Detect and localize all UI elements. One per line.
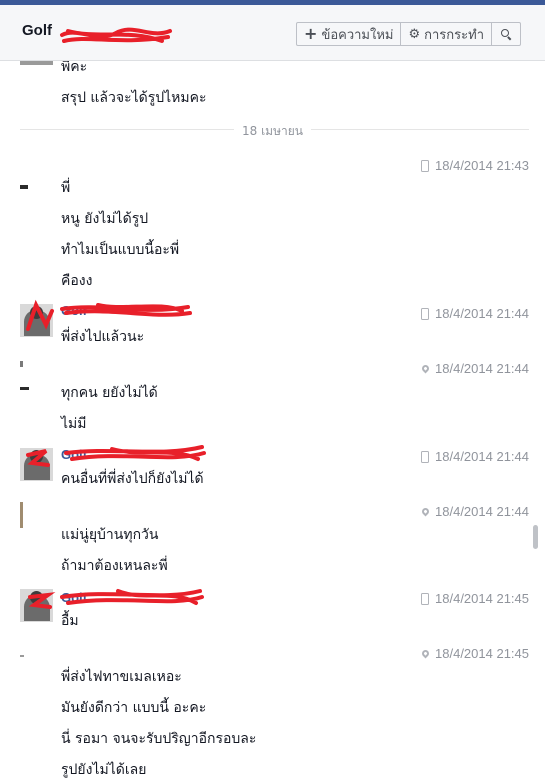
thread-scrollbar[interactable] — [533, 525, 538, 549]
message-text: สรุป แล้วจะได้รูปไหมคะ — [61, 90, 207, 106]
message-meta: 18/4/2014 21:44 — [421, 449, 529, 464]
timestamp[interactable]: 18/4/2014 21:44 — [435, 361, 529, 376]
sender-name[interactable]: Golf — [61, 303, 87, 318]
avatar[interactable] — [20, 304, 53, 337]
date-separator: 18 เมษายน — [0, 122, 545, 141]
avatar — [20, 655, 24, 657]
avatar — [20, 61, 53, 86]
message-text: พี่ส่งไฟทาขเมลเหอะ — [61, 669, 182, 685]
search-icon — [501, 29, 511, 39]
new-message-label: ข้อความใหม่ — [321, 27, 394, 43]
conversation-header: Golf + ข้อความใหม่ ⚙ การกระทำ — [0, 5, 545, 61]
timestamp[interactable]: 18/4/2014 21:43 — [435, 158, 529, 173]
avatar-fragment — [20, 387, 29, 390]
message-text: พี่ส่งไปแล้วนะ — [61, 329, 145, 345]
message-thread: พี่คะ สรุป แล้วจะได้รูปไหมคะ 18 เมษายน 1… — [0, 61, 545, 783]
header-actions: + ข้อความใหม่ ⚙ การกระทำ — [296, 22, 521, 46]
avatar — [20, 502, 23, 528]
message-meta: 18/4/2014 21:44 — [421, 306, 529, 321]
gear-icon: ⚙ — [408, 26, 421, 42]
message-text: อื้ม — [61, 613, 79, 629]
timestamp[interactable]: 18/4/2014 21:45 — [435, 646, 529, 661]
timestamp[interactable]: 18/4/2014 21:44 — [435, 449, 529, 464]
redaction-scribble — [60, 27, 172, 43]
date-separator-label: 18 เมษายน — [234, 124, 311, 138]
pin-icon — [420, 363, 431, 374]
avatar[interactable] — [20, 589, 53, 622]
search-button[interactable] — [492, 22, 521, 46]
phone-icon — [421, 450, 430, 463]
sender-name[interactable]: Golf — [61, 447, 87, 462]
plus-icon: + — [304, 24, 318, 43]
timestamp[interactable]: 18/4/2014 21:44 — [435, 306, 529, 321]
phone-icon — [421, 592, 430, 605]
phone-icon — [421, 307, 430, 320]
message-meta: 18/4/2014 21:43 — [421, 158, 529, 173]
new-message-button[interactable]: + ข้อความใหม่ — [296, 22, 402, 46]
actions-label: การกระทำ — [424, 27, 484, 43]
message-meta: 18/4/2014 21:44 — [420, 361, 529, 376]
message-text: พี่ — [61, 180, 71, 196]
message-meta: 18/4/2014 21:44 — [420, 504, 529, 519]
message-text: มันยังดีกว่า แบบนี้ อะคะ — [61, 700, 207, 716]
actions-button[interactable]: ⚙ การกระทำ — [401, 22, 492, 46]
message-text: พี่คะ — [61, 61, 88, 75]
avatar — [20, 185, 28, 189]
pin-icon — [420, 648, 431, 659]
avatar[interactable] — [20, 448, 53, 481]
message-text: นี่ รอมา จนจะรับปริญาอีกรอบละ — [61, 731, 257, 747]
timestamp[interactable]: 18/4/2014 21:44 — [435, 504, 529, 519]
message-text: แม่นู่ยุบ้านทุกวัน — [61, 527, 159, 543]
message-text: ถ้ามาต้องเหนละพี่ — [61, 558, 168, 574]
avatar — [20, 361, 23, 367]
phone-icon — [421, 159, 430, 172]
message-text: ไม่มี — [61, 416, 87, 432]
message-text: ทุกคน ยยังไม่ได้ — [61, 385, 158, 401]
timestamp[interactable]: 18/4/2014 21:45 — [435, 591, 529, 606]
message-text: รูปยังไม่ได้เลย — [61, 762, 147, 778]
pin-icon — [420, 506, 431, 517]
message-text: คนอื่นที่พี่ส่งไปก็ยังไม่ได้ — [61, 471, 204, 487]
message-text: ทำไมเป็นแบบนี้อะพี่ — [61, 242, 180, 258]
message-text: หนู ยังไม่ได้รูป — [61, 211, 149, 227]
message-meta: 18/4/2014 21:45 — [421, 591, 529, 606]
sender-name[interactable]: Golf — [61, 590, 87, 605]
conversation-title[interactable]: Golf — [22, 22, 52, 39]
message-meta: 18/4/2014 21:45 — [420, 646, 529, 661]
message-text: คืองง — [61, 273, 93, 289]
